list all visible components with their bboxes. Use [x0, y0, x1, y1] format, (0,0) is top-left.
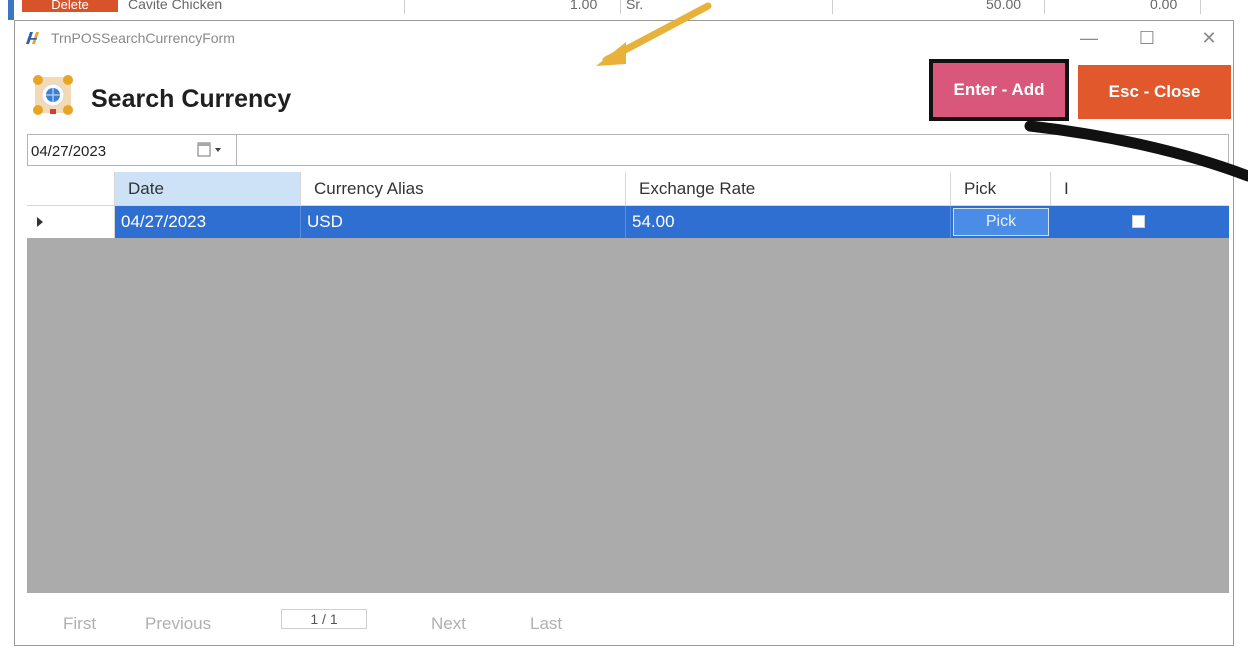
- app-logo-icon: [26, 32, 39, 44]
- column-header-pick[interactable]: Pick: [951, 172, 1051, 205]
- background-separator: [1200, 0, 1201, 14]
- background-delete-button: Delete: [22, 0, 118, 12]
- cell-date[interactable]: 04/27/2023: [115, 206, 301, 238]
- background-separator: [620, 0, 621, 14]
- add-button[interactable]: Enter - Add: [929, 59, 1069, 121]
- background-separator: [1044, 0, 1045, 14]
- background-discount: 0.00: [1150, 0, 1178, 12]
- next-page-button[interactable]: Next: [431, 614, 466, 634]
- background-price: 50.00: [986, 0, 1022, 12]
- date-filter-value[interactable]: 04/27/2023: [31, 143, 106, 160]
- currency-grid: Date Currency Alias Exchange Rate Pick I…: [27, 172, 1229, 593]
- row-checkbox[interactable]: [1132, 215, 1145, 228]
- background-extra: Sr.: [626, 0, 644, 12]
- current-row-arrow-icon: [37, 217, 43, 227]
- close-button[interactable]: Esc - Close: [1078, 65, 1231, 119]
- background-window-edge: [8, 0, 14, 20]
- background-separator: [404, 0, 405, 14]
- background-item-name: Cavite Chicken: [128, 0, 223, 12]
- column-header-date[interactable]: Date: [115, 172, 301, 205]
- column-header-i[interactable]: I: [1051, 172, 1229, 205]
- first-page-button[interactable]: First: [63, 614, 96, 634]
- page-indicator: 1 / 1: [281, 609, 367, 629]
- pager: First Previous 1 / 1 Next Last: [15, 601, 1233, 645]
- window-title: TrnPOSSearchCurrencyForm: [51, 30, 235, 46]
- column-header-currency-alias[interactable]: Currency Alias: [301, 172, 626, 205]
- previous-page-button[interactable]: Previous: [145, 614, 211, 634]
- background-qty: 1.00: [570, 0, 598, 12]
- last-page-button[interactable]: Last: [530, 614, 562, 634]
- grid-header-row: Date Currency Alias Exchange Rate Pick I: [27, 172, 1229, 206]
- currency-globe-icon: [33, 75, 73, 115]
- pick-button[interactable]: Pick: [953, 208, 1049, 236]
- date-filter-picker[interactable]: 04/27/2023: [28, 135, 237, 165]
- row-header-corner: [27, 172, 115, 205]
- column-header-exchange-rate[interactable]: Exchange Rate: [626, 172, 951, 205]
- cell-currency-alias[interactable]: USD: [301, 206, 626, 238]
- title-bar[interactable]: TrnPOSSearchCurrencyForm — ☐ ✕: [15, 21, 1233, 55]
- maximize-icon[interactable]: ☐: [1127, 25, 1167, 51]
- table-row[interactable]: 04/27/2023 USD 54.00 Pick: [27, 206, 1229, 238]
- minimize-icon[interactable]: —: [1069, 25, 1109, 51]
- search-currency-window: TrnPOSSearchCurrencyForm — ☐ ✕ Search Cu…: [14, 20, 1234, 646]
- page-title: Search Currency: [91, 85, 292, 113]
- cell-exchange-rate[interactable]: 54.00: [626, 206, 951, 238]
- calendar-dropdown-icon[interactable]: [196, 141, 226, 159]
- background-window-strip: Delete Cavite Chicken 1.00 Sr. 50.00 0.0…: [0, 0, 1248, 20]
- filter-bar: 04/27/2023: [27, 134, 1229, 166]
- background-separator: [832, 0, 833, 14]
- form-header: Search Currency Enter - Add Esc - Close: [15, 55, 1233, 127]
- close-window-icon[interactable]: ✕: [1189, 25, 1229, 51]
- row-selector[interactable]: [27, 206, 115, 238]
